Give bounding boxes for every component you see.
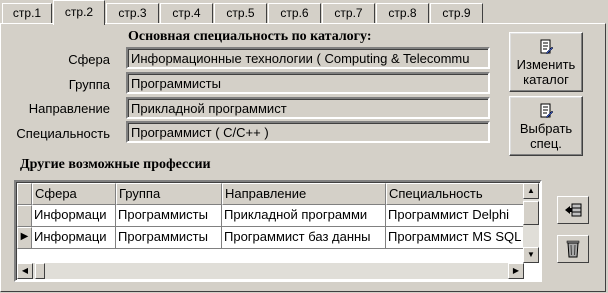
select-specialty-button[interactable]: Выбрать спец. [509,96,583,156]
header-indicator [17,183,32,205]
recycle-bin-icon [566,240,580,258]
table-cell[interactable]: Программисты [116,227,222,249]
horizontal-scrollbar[interactable]: ◀ ▶ [17,263,524,279]
scroll-left-arrow-icon[interactable]: ◀ [17,263,33,279]
insert-row-button[interactable] [557,196,589,224]
tab-page-7[interactable]: стр.7 [322,3,375,24]
scroll-right-arrow-icon[interactable]: ▶ [508,263,524,279]
tab-page-3[interactable]: стр.3 [106,3,159,24]
tab-strip: стр.1 стр.2 стр.3 стр.4 стр.5 стр.6 стр.… [0,0,608,25]
tab-page-9[interactable]: стр.9 [430,3,483,24]
tab-page-2[interactable]: стр.2 [53,0,105,25]
tab-page-6[interactable]: стр.6 [268,3,321,24]
table-row[interactable]: Информаци Программисты Прикладной програ… [17,205,530,227]
scroll-down-arrow-icon[interactable]: ▼ [523,247,539,263]
insert-row-icon [565,203,582,217]
specialty-label: Специальность [16,126,110,141]
sphere-field[interactable]: Информационные технологии ( Computing & … [126,47,490,69]
tab-page-1[interactable]: стр.1 [2,3,52,24]
tab-page-5[interactable]: стр.5 [214,3,267,24]
main-specialty-heading: Основная специальность по каталогу: [128,29,372,44]
table-cell[interactable]: Программист баз данны [222,227,386,249]
specialty-field[interactable]: Программист ( C/C++ ) [126,121,490,143]
column-header-specialty[interactable]: Специальность [386,183,530,205]
document-edit-icon [540,39,554,55]
professions-grid[interactable]: Сфера Группа Направление Специальность И… [14,180,542,282]
column-header-direction[interactable]: Направление [222,183,386,205]
select-specialty-label: Выбрать спец. [519,121,573,151]
current-row-indicator: ▶ [17,227,32,249]
grid-header-row: Сфера Группа Направление Специальность [17,183,530,205]
table-cell[interactable]: Прикладной программи [222,205,386,227]
column-header-group[interactable]: Группа [116,183,222,205]
scroll-up-arrow-icon[interactable]: ▲ [523,183,539,199]
direction-label: Направление [28,101,110,116]
document-edit-icon [540,103,554,119]
column-header-sphere[interactable]: Сфера [32,183,116,205]
group-label: Группа [68,77,110,92]
change-catalog-button[interactable]: Изменить каталог [509,32,583,92]
delete-row-button[interactable] [557,235,589,263]
table-cell[interactable]: Информаци [32,205,116,227]
table-cell[interactable]: Программист Delphi [386,205,530,227]
group-field[interactable]: Программисты [126,72,490,94]
other-professions-heading: Другие возможные профессии [20,157,211,172]
table-cell[interactable]: Программист MS SQL [386,227,530,249]
vertical-scrollbar[interactable]: ▲ ▼ [523,183,539,263]
change-catalog-label: Изменить каталог [516,57,576,87]
vertical-scroll-thumb[interactable] [523,201,539,225]
tab-page-4[interactable]: стр.4 [160,3,213,24]
row-indicator [17,205,32,227]
table-cell[interactable]: Программисты [116,205,222,227]
tab-page-8[interactable]: стр.8 [376,3,429,24]
table-row[interactable]: ▶ Информаци Программисты Программист баз… [17,227,530,249]
direction-field[interactable]: Прикладной программист [126,97,490,119]
sphere-label: Сфера [68,52,110,67]
table-cell[interactable]: Информаци [32,227,116,249]
horizontal-scroll-thumb[interactable] [35,263,45,279]
